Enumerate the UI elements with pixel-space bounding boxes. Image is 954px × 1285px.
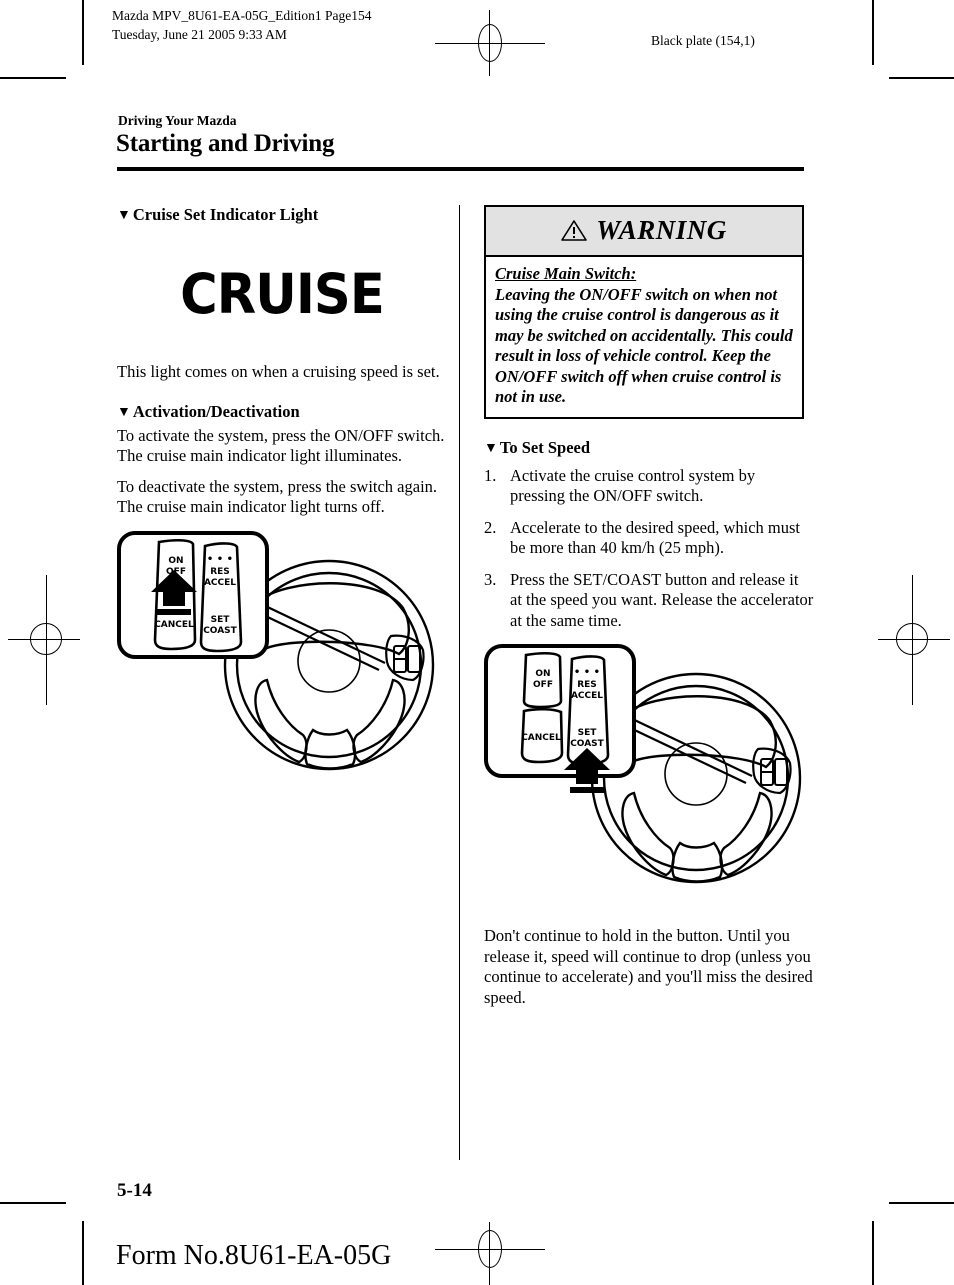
heading-label: To Set Speed (499, 437, 591, 457)
black-plate-label: Black plate (154,1) (651, 33, 755, 48)
page-title: Starting and Driving (116, 130, 335, 157)
switch-label-off: OFF (166, 567, 186, 577)
switch-label-on: ON (535, 669, 550, 679)
switch-label-set: SET (211, 615, 231, 625)
crop-mark-top-left-horizontal (0, 77, 66, 79)
heading-cruise-set-indicator-light: ▼ Cruise Set Indicator Light (117, 205, 447, 225)
registration-mark-right (878, 575, 950, 705)
switch-label-off: OFF (533, 680, 553, 690)
crop-mark-bottom-left-horizontal (0, 1202, 66, 1204)
switch-label-res: RES (210, 567, 230, 577)
switch-label-coast: COAST (570, 739, 604, 749)
warning-box: WARNING Cruise Main Switch: Leaving the … (484, 205, 804, 419)
triangle-bullet-icon: ▼ (117, 404, 131, 420)
heading-to-set-speed: ▼ To Set Speed (484, 438, 814, 458)
switch-label-res: RES (577, 680, 597, 690)
warning-label: Cruise Main Switch: (495, 264, 637, 283)
set-speed-step-list: 1. Activate the cruise control system by… (484, 466, 814, 632)
step-number: 2. (484, 517, 497, 537)
page-header-line1: Mazda MPV_8U61-EA-05G_Edition1 Page154 (112, 8, 372, 23)
crop-mark-top-right-horizontal (889, 77, 954, 79)
indicator-paragraph: This light comes on when a cruising spee… (117, 362, 440, 381)
step-text: Accelerate to the desired speed, which m… (510, 517, 801, 558)
switch-label-set: SET (578, 728, 598, 738)
activation-paragraph-1: To activate the system, press the ON/OFF… (117, 425, 445, 445)
registration-mark-left (8, 575, 80, 705)
page-number: 5-14 (117, 1180, 152, 1201)
warning-text: Leaving the ON/OFF switch on when not us… (495, 284, 793, 407)
switch-label-accel: ACCEL (571, 691, 603, 701)
step-number: 3. (484, 569, 497, 589)
warning-body: Cruise Main Switch: Leaving the ON/OFF s… (486, 257, 802, 417)
crop-mark-bottom-right-vertical (872, 1221, 874, 1285)
switch-label-dots: • • • (574, 667, 600, 678)
triangle-bullet-icon: ▼ (484, 440, 498, 456)
closing-paragraph: Don't continue to hold in the button. Un… (484, 926, 813, 1007)
registration-mark-bottom (435, 1222, 545, 1285)
warning-triangle-icon (561, 220, 588, 241)
illustration-cruise-switch-set-coast: ON OFF CANCEL • • • RES ACCEL SET COAST (484, 643, 814, 898)
page-header-meta: Mazda MPV_8U61-EA-05G_Edition1 Page154 T… (112, 6, 371, 44)
warning-title: WARNING (596, 215, 727, 245)
switch-label-cancel: CANCEL (521, 733, 561, 743)
list-item: 3. Press the SET/COAST button and releas… (484, 570, 814, 632)
list-item: 1. Activate the cruise control system by… (484, 466, 814, 507)
heading-label: Cruise Set Indicator Light (132, 205, 319, 224)
title-rule (117, 167, 804, 171)
illustration-cruise-switch-on-off: ON OFF CANCEL • • • RES ACCEL SET COAST (117, 530, 447, 785)
list-item: 2. Accelerate to the desired speed, whic… (484, 518, 814, 559)
left-column: ▼ Cruise Set Indicator Light CRUISE This… (117, 205, 447, 785)
step-text: Activate the cruise control system by pr… (510, 465, 756, 506)
cruise-indicator-graphic: CRUISE (180, 262, 385, 326)
step-number: 1. (484, 465, 497, 485)
column-divider (459, 205, 460, 1160)
step-text: Press the SET/COAST button and release i… (510, 569, 814, 630)
activation-paragraph-3: To deactivate the system, press the swit… (117, 476, 438, 496)
switch-label-on: ON (168, 556, 183, 566)
crop-mark-top-left-vertical (82, 0, 84, 65)
right-column: WARNING Cruise Main Switch: Leaving the … (484, 205, 814, 1008)
section-kicker: Driving Your Mazda (118, 113, 237, 128)
switch-label-coast: COAST (203, 626, 237, 636)
registration-mark-top (435, 10, 545, 76)
switch-label-dots: • • • (207, 554, 233, 565)
triangle-bullet-icon: ▼ (117, 208, 131, 223)
switch-label-cancel: CANCEL (154, 620, 194, 630)
crop-mark-bottom-right-horizontal (889, 1202, 954, 1204)
heading-activation-deactivation: ▼ Activation/Deactivation (117, 402, 447, 422)
heading-label: Activation/Deactivation (132, 401, 300, 421)
activation-paragraph-2: The cruise main indicator light illumina… (117, 446, 403, 465)
page-header-line2: Tuesday, June 21 2005 9:33 AM (112, 27, 287, 42)
activation-paragraph-4: The cruise main indicator light turns of… (117, 497, 385, 516)
warning-header: WARNING (486, 207, 802, 257)
crop-mark-bottom-left-vertical (82, 1221, 84, 1285)
switch-label-accel: ACCEL (204, 578, 236, 588)
form-number: Form No.8U61-EA-05G (116, 1240, 392, 1271)
crop-mark-top-right-vertical (872, 0, 874, 65)
